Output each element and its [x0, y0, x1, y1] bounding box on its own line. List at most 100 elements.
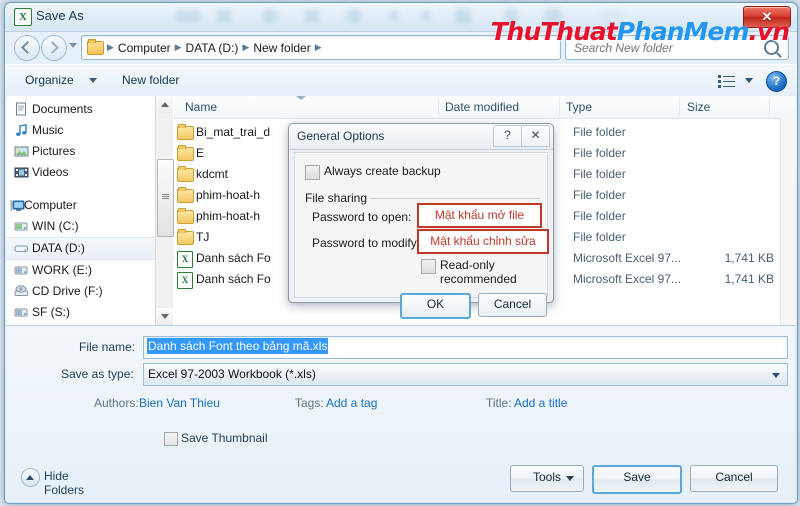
dialog-title: General Options [297, 129, 385, 143]
column-header-row: Name Date modified Type Size [174, 96, 796, 119]
dialog-cancel-button[interactable]: Cancel [478, 293, 547, 317]
password-to-modify-field[interactable]: Mật khẩu chỉnh sửa [417, 229, 549, 254]
navigation-pane: Documents Music Pictures Videos Computer… [6, 96, 174, 325]
save-as-window: X Save As ✕ ThuThuatPhanMem.vn ▶ Compute… [4, 2, 798, 504]
back-button[interactable] [14, 35, 40, 61]
save-as-type-value: Excel 97-2003 Workbook (*.xls) [148, 367, 316, 381]
dialog-ok-button[interactable]: OK [400, 293, 471, 319]
dialog-body: Always create backup File sharing Passwo… [294, 152, 549, 319]
sidebar-item-work-e[interactable]: WORK (E:) [6, 260, 174, 281]
save-button[interactable]: Save [592, 465, 682, 494]
recent-locations-chevron-down-icon[interactable] [69, 43, 77, 48]
drive-icon [14, 263, 29, 278]
password-to-open-label: Password to open: [312, 210, 412, 224]
address-bar[interactable]: ▶ Computer ▶ DATA (D:) ▶ New folder ▶ [81, 35, 561, 60]
window-title: Save As [36, 8, 84, 23]
save-form: File name: Danh sách Font theo bảng mã.x… [6, 325, 795, 502]
column-header-type[interactable]: Type [566, 100, 592, 114]
organize-button[interactable]: Organize [25, 73, 74, 87]
dialog-help-icon[interactable]: ? [493, 125, 522, 147]
column-header-date-modified[interactable]: Date modified [445, 100, 519, 114]
save-thumbnail-checkbox[interactable] [164, 432, 178, 446]
save-as-type-select[interactable]: Excel 97-2003 Workbook (*.xls) [143, 363, 788, 386]
hide-folders-label: Hide Folders [44, 469, 85, 497]
search-input[interactable] [572, 39, 760, 56]
sidebar-item-label: WIN (C:) [32, 219, 79, 233]
file-type: Microsoft Excel 97... [573, 251, 682, 265]
sidebar-item-documents[interactable]: Documents [6, 99, 174, 120]
file-name: Danh sách Fo [196, 251, 271, 265]
scrollbar-thumb[interactable] [157, 159, 174, 237]
sidebar-item-computer[interactable]: Computer [6, 195, 174, 216]
breadcrumb-separator: ▶ [314, 42, 322, 52]
sidebar-item-videos[interactable]: Videos [6, 162, 174, 183]
file-size: 1,741 KB [724, 272, 774, 286]
sidebar-item-label: CD Drive (F:) [32, 284, 103, 298]
always-create-backup-checkbox[interactable] [305, 165, 320, 180]
save-as-type-label: Save as type: [61, 367, 134, 381]
password-to-modify-label: Password to modify: [312, 236, 421, 250]
column-header-size[interactable]: Size [687, 100, 710, 114]
dialog-close-icon[interactable]: ✕ [521, 125, 550, 147]
folder-icon [87, 38, 104, 55]
file-type: Microsoft Excel 97... [573, 272, 682, 286]
tags-value[interactable]: Add a tag [326, 396, 377, 410]
tools-button[interactable]: Tools [510, 465, 584, 492]
breadcrumb-computer[interactable]: Computer [115, 41, 174, 55]
tags-label: Tags: [295, 396, 324, 410]
sidebar-item-label: Documents [32, 102, 93, 116]
chevron-down-icon [772, 373, 780, 378]
read-only-recommended-label: Read-only recommended [440, 258, 517, 286]
breadcrumb-separator: ▶ [107, 42, 114, 52]
help-icon[interactable]: ? [766, 71, 787, 92]
folder-icon [177, 166, 194, 182]
scroll-down-icon[interactable] [156, 308, 173, 325]
sidebar-item-label: WORK (E:) [32, 263, 92, 277]
view-chevron-down-icon[interactable] [745, 78, 753, 83]
read-only-recommended-checkbox[interactable] [421, 259, 436, 274]
chevron-down-icon [566, 476, 574, 481]
breadcrumb-new-folder[interactable]: New folder [250, 41, 313, 55]
file-name-value: Danh sách Font theo bảng mã.xls [147, 338, 329, 354]
breadcrumb-separator: ▶ [174, 42, 182, 52]
sidebar-item-label: Videos [32, 165, 69, 179]
navigation-pane-scrollbar[interactable] [155, 96, 174, 325]
excel-file-icon: X [177, 272, 193, 289]
excel-icon: X [14, 8, 32, 26]
close-button[interactable]: ✕ [743, 6, 791, 28]
view-layout-icon[interactable] [718, 74, 735, 88]
password-to-open-field[interactable]: Mật khẩu mở file [417, 203, 542, 228]
sidebar-item-music[interactable]: Music [6, 120, 174, 141]
file-sharing-label: File sharing [302, 191, 371, 205]
sidebar-item-win-c[interactable]: WIN (C:) [6, 216, 174, 237]
column-header-name[interactable]: Name [185, 100, 217, 114]
forward-button[interactable] [41, 35, 67, 61]
folder-icon [177, 187, 194, 203]
file-name: Danh sách Fo [196, 272, 271, 286]
scroll-up-icon[interactable] [156, 96, 173, 113]
file-type: File folder [573, 167, 626, 181]
breadcrumb-separator: ▶ [242, 42, 250, 52]
sidebar-item-pictures[interactable]: Pictures [6, 141, 174, 162]
file-name: Bi_mat_trai_d [196, 125, 271, 139]
navigation-bar: ▶ Computer ▶ DATA (D:) ▶ New folder ▶ [5, 31, 797, 64]
organize-chevron-down-icon[interactable] [89, 78, 97, 83]
new-folder-button[interactable]: New folder [122, 73, 179, 87]
sidebar-item-cd-drive-f[interactable]: CD Drive (F:) [6, 281, 174, 302]
file-type: File folder [573, 209, 626, 223]
excel-file-icon: X [177, 251, 193, 268]
file-list-scrollbar[interactable] [780, 118, 796, 325]
authors-label: Authors: [94, 396, 139, 410]
file-name: phim-hoat-h [196, 188, 261, 202]
music-icon [14, 123, 29, 138]
search-box[interactable] [565, 35, 789, 60]
title-value[interactable]: Add a title [514, 396, 567, 410]
file-name: kdcmt [196, 167, 229, 181]
sidebar-item-data-d[interactable]: DATA (D:) [6, 237, 174, 260]
breadcrumb-data-drive[interactable]: DATA (D:) [183, 41, 242, 55]
authors-value[interactable]: Bien Van Thieu [139, 396, 220, 410]
file-name-field[interactable]: Danh sách Font theo bảng mã.xls [143, 336, 788, 359]
cancel-button[interactable]: Cancel [690, 465, 778, 492]
sidebar-item-sf-s[interactable]: SF (S:) [6, 302, 174, 323]
file-name: phim-hoat-h [196, 209, 261, 223]
